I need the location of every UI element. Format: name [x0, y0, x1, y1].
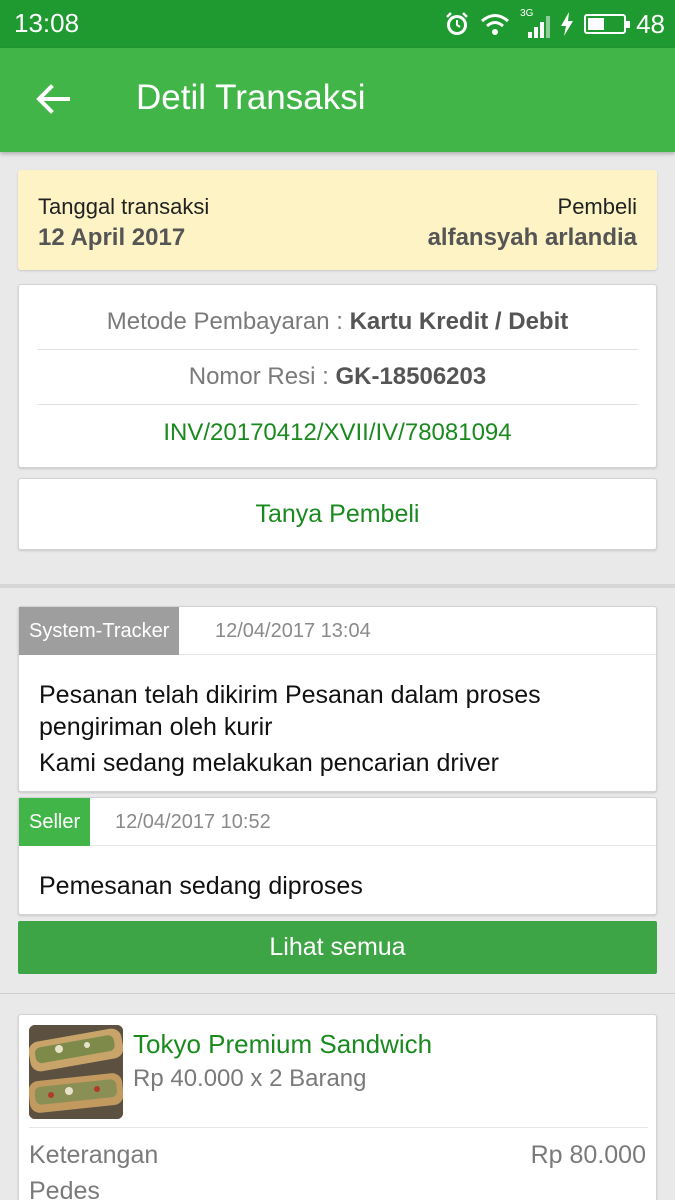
product-price-quantity: Rp 40.000 x 2 Barang — [133, 1065, 367, 1092]
sandwich-photo — [29, 1025, 123, 1119]
tracking-entry-header: System-Tracker 12/04/2017 13:04 — [19, 607, 656, 655]
payment-method-label: Metode Pembayaran : — [106, 308, 350, 335]
transaction-date-value: 12 April 2017 — [38, 224, 186, 251]
back-button[interactable] — [30, 76, 76, 122]
battery-icon — [584, 14, 631, 34]
status-icons: 3G 48 — [444, 8, 665, 40]
invoice-link[interactable]: INV/20170412/XVII/IV/78081094 — [163, 419, 511, 447]
tracking-message-line: Kami sedang melakukan pencarian driver — [39, 749, 499, 777]
divider — [29, 1127, 648, 1128]
product-name-link[interactable]: Tokyo Premium Sandwich — [133, 1029, 432, 1060]
section-divider — [0, 993, 675, 994]
invoice-row: INV/20170412/XVII/IV/78081094 — [37, 405, 638, 460]
note-value: Pedes — [29, 1177, 100, 1200]
payment-method-row: Metode Pembayaran : Kartu Kredit / Debit — [37, 295, 638, 350]
alarm-icon — [446, 12, 468, 35]
tracking-entry: System-Tracker 12/04/2017 13:04 Pesanan … — [18, 606, 657, 792]
tracking-source-badge: Seller — [19, 798, 91, 846]
product-card: Tokyo Premium Sandwich Rp 40.000 x 2 Bar… — [18, 1014, 657, 1200]
battery-level: 48 — [636, 8, 665, 39]
status-time: 13:08 — [14, 8, 80, 38]
tracking-message-line: Pesanan telah dikirim Pesanan dalam pros… — [39, 681, 541, 709]
tracking-entry: Seller 12/04/2017 10:52 Pemesanan sedang… — [18, 797, 657, 915]
product-image[interactable] — [29, 1025, 123, 1119]
tracking-message-line: Pemesanan sedang diproses — [39, 872, 363, 900]
transaction-date-label: Tanggal transaksi — [38, 194, 210, 219]
receipt-number-row: Nomor Resi : GK-18506203 — [37, 350, 638, 405]
tracking-source-badge: System-Tracker — [19, 607, 180, 655]
page-title: Detil Transaksi — [136, 78, 366, 117]
payment-info-card: Metode Pembayaran : Kartu Kredit / Debit… — [18, 284, 657, 468]
transaction-summary-card: Tanggal transaksi 12 April 2017 Pembeli … — [18, 170, 657, 270]
wifi-icon — [481, 14, 510, 35]
tracking-message-line: pengiriman oleh kurir — [39, 713, 273, 741]
buyer-name: alfansyah arlandia — [427, 224, 637, 251]
ask-buyer-button[interactable]: Tanya Pembeli — [18, 478, 657, 550]
charging-icon — [561, 12, 574, 36]
note-label: Keterangan — [29, 1141, 159, 1169]
cellular-signal-icon: 3G — [520, 8, 551, 38]
tracking-timestamp: 12/04/2017 10:52 — [115, 811, 271, 833]
product-subtotal: Rp 80.000 — [530, 1141, 646, 1169]
tracking-timestamp: 12/04/2017 13:04 — [215, 620, 371, 642]
arrow-left-icon — [36, 84, 70, 114]
payment-method-value: Kartu Kredit / Debit — [349, 308, 569, 335]
receipt-number-value: GK-18506203 — [335, 363, 487, 390]
section-divider — [0, 584, 675, 588]
buyer-label: Pembeli — [557, 194, 637, 219]
receipt-number-label: Nomor Resi : — [188, 363, 336, 390]
status-bar: 13:08 3G 48 — [0, 0, 675, 48]
tracking-entry-header: Seller 12/04/2017 10:52 — [19, 798, 656, 846]
see-all-button[interactable]: Lihat semua — [18, 921, 657, 974]
app-bar: Detil Transaksi — [0, 48, 675, 152]
